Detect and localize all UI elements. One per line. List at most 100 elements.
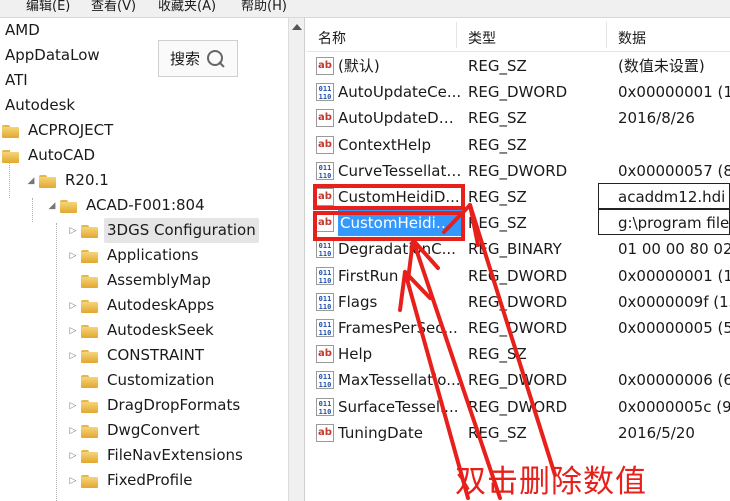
tree-connector bbox=[32, 198, 33, 222]
search-button[interactable]: 搜索 bbox=[158, 40, 238, 77]
tree-scrollbar[interactable] bbox=[288, 18, 305, 501]
string-value-icon: ab bbox=[316, 188, 334, 206]
folder-icon bbox=[81, 423, 98, 438]
registry-values-list: 名称 类型 数据 ab (默认) REG_SZ (数值未设置) 011 110 AutoUp… bbox=[306, 18, 730, 501]
value-row[interactable]: 011110Flags REG_DWORD 0x0000009f (159 bbox=[306, 289, 730, 315]
tree-node[interactable]: ACPROJECT bbox=[2, 118, 116, 143]
value-row[interactable]: 011 110 MaxTessellatio... REG_DWORD 0x000000… bbox=[306, 367, 730, 393]
expand-arrow-icon[interactable]: ▷ bbox=[67, 400, 79, 412]
search-icon bbox=[206, 49, 226, 69]
value-data: 0x00000057 (87 bbox=[618, 161, 730, 180]
value-name-cell: ab CustomHeidiD... bbox=[316, 184, 462, 210]
value-type: REG_SZ bbox=[468, 345, 527, 364]
value-data: 0x00000006 (6) bbox=[618, 371, 730, 390]
column-header-data[interactable]: 数据 bbox=[618, 28, 646, 48]
value-row[interactable]: 011 110 FramesPerSec... REG_DWORD 0x00000005… bbox=[306, 315, 730, 341]
folder-icon bbox=[81, 298, 98, 313]
value-type: REG_SZ bbox=[468, 188, 527, 206]
column-header-name[interactable]: 名称 bbox=[318, 28, 346, 48]
value-type: REG_SZ bbox=[468, 423, 527, 442]
expand-arrow-icon[interactable]: ▷ bbox=[67, 300, 79, 312]
value-row[interactable]: 011 110 AutoUpdateCe... REG_DWORD 0x00000001… bbox=[306, 79, 730, 105]
value-type: REG_SZ bbox=[468, 214, 527, 233]
folder-icon bbox=[81, 373, 98, 388]
tree-node[interactable]: ATI bbox=[2, 68, 31, 93]
value-row[interactable]: 011 110 DegradationC... REG_BINARY 01 00 00 … bbox=[306, 236, 730, 262]
tree-node[interactable]: AutoCAD bbox=[2, 143, 98, 168]
tree-node[interactable]: ▷ AutodeskApps bbox=[67, 293, 217, 318]
menu-favorites[interactable]: 收藏夹(A) bbox=[158, 0, 216, 16]
expand-arrow-icon[interactable]: ▷ bbox=[67, 350, 79, 362]
scroll-up-arrow-icon[interactable] bbox=[292, 24, 302, 30]
tree-node[interactable]: Customization bbox=[67, 368, 217, 393]
tree-node[interactable]: ▷ 3DGS Configuration bbox=[67, 218, 259, 243]
expand-arrow-icon[interactable]: ▷ bbox=[67, 225, 79, 237]
value-row[interactable]: 011 110 CurveTessellati... REG_DWORD 0x00000… bbox=[306, 158, 730, 184]
collapse-arrow-icon[interactable] bbox=[67, 375, 79, 387]
value-type: REG_BINARY bbox=[468, 240, 562, 259]
column-divider[interactable] bbox=[456, 22, 457, 48]
folder-icon bbox=[81, 473, 98, 488]
value-row[interactable]: ab TuningDate REG_SZ 2016/5/20 bbox=[306, 420, 730, 446]
menu-view[interactable]: 查看(V) bbox=[91, 0, 136, 16]
value-name-cell: 011 110 SurfaceTessell... bbox=[316, 394, 462, 420]
expand-arrow-icon[interactable]: ▷ bbox=[67, 475, 79, 487]
binary-value-icon: 011 110 bbox=[316, 266, 334, 285]
value-row[interactable]: ab CustomHeidiD... REG_SZ acaddm12.hdi bbox=[306, 184, 730, 210]
value-name-cell: 011 110 Flags bbox=[316, 289, 462, 315]
value-name: DegradationC... bbox=[338, 240, 456, 259]
menu-edit[interactable]: 编辑(E) bbox=[26, 0, 70, 16]
tree-node-label: DwgConvert bbox=[107, 421, 200, 439]
value-row[interactable]: ab AutoUpdateDa... REG_SZ 2016/8/26 bbox=[306, 105, 730, 131]
tree-node-label: DragDropFormats bbox=[107, 396, 241, 414]
value-name: TuningDate bbox=[338, 423, 423, 442]
tree-node-label: AutodeskApps bbox=[107, 296, 215, 314]
menu-help[interactable]: 帮助(H) bbox=[241, 0, 287, 16]
tree-node[interactable]: ▷ DragDropFormats bbox=[67, 393, 243, 418]
tree-node[interactable]: ▷ AutodeskSeek bbox=[67, 318, 217, 343]
column-header-type[interactable]: 类型 bbox=[468, 28, 496, 48]
value-type: REG_DWORD bbox=[468, 161, 568, 180]
column-header: 名称 类型 数据 bbox=[306, 18, 730, 52]
tree-node-label: AppDataLow bbox=[5, 46, 100, 64]
value-name: CustomHeidiD... bbox=[338, 210, 462, 237]
value-row[interactable]: 011 110 FirstRun REG_DWORD 0x00000001 (1) bbox=[306, 263, 730, 289]
value-type: REG_SZ bbox=[468, 109, 527, 128]
value-name: MaxTessellatio... bbox=[338, 371, 461, 390]
expand-arrow-icon[interactable]: ▷ bbox=[67, 325, 79, 337]
value-row[interactable]: ab Help REG_SZ bbox=[306, 341, 730, 367]
tree-node[interactable]: Autodesk bbox=[2, 93, 78, 118]
tree-node[interactable]: AMD bbox=[2, 18, 43, 43]
tree-node[interactable]: ▷ Applications bbox=[67, 243, 202, 268]
folder-icon bbox=[81, 323, 98, 338]
expand-arrow-icon[interactable]: ▷ bbox=[67, 425, 79, 437]
collapse-arrow-icon[interactable]: ◢ bbox=[25, 175, 37, 187]
folder-icon bbox=[60, 198, 77, 213]
value-row[interactable]: ab CustomHeidiD... REG_SZ g:\program file bbox=[306, 210, 730, 237]
tree-node[interactable]: ▷ FileNavExtensions bbox=[67, 443, 246, 468]
folder-icon bbox=[39, 173, 56, 188]
tree-node[interactable]: ◢ ACAD-F001:804 bbox=[46, 193, 208, 218]
tree-node[interactable]: ▷ FixedProfile bbox=[67, 468, 196, 493]
expand-arrow-icon[interactable]: ▷ bbox=[67, 450, 79, 462]
value-row[interactable]: 011 110 SurfaceTessell... REG_DWORD 0x000000… bbox=[306, 394, 730, 420]
tree-node[interactable]: AppDataLow bbox=[2, 43, 103, 68]
collapse-arrow-icon[interactable] bbox=[67, 275, 79, 287]
value-row[interactable]: ab (默认) REG_SZ (数值未设置) bbox=[306, 53, 730, 79]
value-name-cell: ab Help bbox=[316, 341, 462, 367]
value-name: SurfaceTessell... bbox=[338, 397, 459, 416]
value-data: 0x00000001 (1) bbox=[618, 266, 730, 285]
column-divider[interactable] bbox=[606, 22, 607, 48]
value-type: REG_DWORD bbox=[468, 319, 568, 337]
expand-arrow-icon[interactable]: ▷ bbox=[67, 250, 79, 262]
tree-node[interactable]: AssemblyMap bbox=[67, 268, 214, 293]
tree-node[interactable]: ◢ R20.1 bbox=[25, 168, 112, 193]
string-value-icon: ab bbox=[316, 345, 334, 364]
value-row[interactable]: ab ContextHelp REG_SZ bbox=[306, 132, 730, 158]
value-name: AutoUpdateDa... bbox=[338, 109, 462, 128]
collapse-arrow-icon[interactable]: ◢ bbox=[46, 200, 58, 212]
tree-node[interactable]: ▷ CONSTRAINT bbox=[67, 343, 207, 368]
tree-node[interactable]: ▷ DwgConvert bbox=[67, 418, 203, 443]
value-name: FramesPerSec... bbox=[338, 319, 458, 337]
tree-connector bbox=[56, 223, 57, 501]
